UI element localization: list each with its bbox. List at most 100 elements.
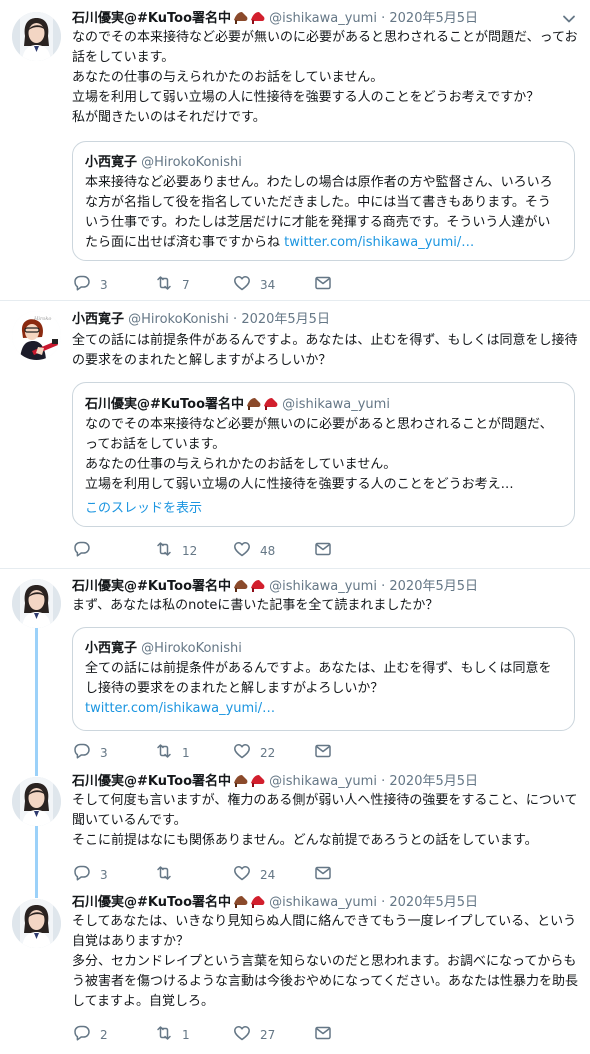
tweet[interactable]: 石川優実@#KuToo署名中 @ishikawa_yumi · 2020年5月5… <box>0 769 590 889</box>
user-handle[interactable]: @ishikawa_yumi <box>269 11 377 26</box>
separator-dot: · <box>381 579 386 594</box>
avatar[interactable] <box>12 12 61 61</box>
shoe-emoji <box>234 775 265 787</box>
tweet-date[interactable]: 2020年5月5日 <box>241 312 330 327</box>
like-icon <box>234 744 250 759</box>
like-icon <box>234 1026 250 1041</box>
quoted-tweet[interactable]: 小西寛子 @HirokoKonishi 本来接待など必要ありません。わたしの場合… <box>72 141 575 261</box>
retweet-count: 12 <box>182 544 198 558</box>
tweet-text: 全ての話には前提条件があるんですよ。あなたは、止むを得ず、もしくは同意をし接待の… <box>72 333 578 368</box>
avatar[interactable] <box>12 899 61 948</box>
display-name[interactable]: 小西寛子 <box>72 312 124 327</box>
retweet-icon <box>157 744 171 758</box>
separator-dot: · <box>381 895 386 910</box>
tweet[interactable]: 石川優実@#KuToo署名中 @ishikawa_yumi · 2020年5月5… <box>0 889 590 1054</box>
reply-icon <box>74 541 90 557</box>
retweet-count: 1 <box>182 1028 190 1042</box>
quoted-user-handle: @HirokoKonishi <box>141 155 242 170</box>
quoted-text: なのでその本来接待など必要が無いのに必要があると思わされることが問題だ、ってお話… <box>85 417 553 492</box>
separator-dot: · <box>233 312 238 327</box>
show-thread-link[interactable]: このスレッドを表示 <box>85 499 562 519</box>
reply-count: 2 <box>100 1028 108 1042</box>
like-button[interactable]: 27 <box>232 1023 275 1043</box>
shoe-emoji <box>234 580 265 592</box>
dm-button[interactable] <box>313 539 341 559</box>
quoted-display-name: 小西寛子 <box>85 641 138 656</box>
dm-icon <box>315 744 331 758</box>
tweet[interactable]: 石川優実@#KuToo署名中 @ishikawa_yumi · 2020年5月5… <box>0 569 590 769</box>
reply-button[interactable]: 3 <box>72 863 108 883</box>
tweet[interactable]: 小西寛子 @HirokoKonishi · 2020年5月5日 全ての話には前提… <box>0 301 590 568</box>
tweet-date[interactable]: 2020年5月5日 <box>389 11 478 26</box>
quoted-link[interactable]: twitter.com/ishikawa_yumi/… <box>85 701 275 716</box>
tweet-header: 石川優実@#KuToo署名中 @ishikawa_yumi · 2020年5月5… <box>72 771 478 791</box>
like-icon <box>234 276 250 291</box>
reply-icon <box>74 1025 90 1041</box>
tweet-text: なのでその本来接待など必要が無いのに必要があると思わされることが問題だ、ってお話… <box>72 30 578 125</box>
retweet-count: 7 <box>182 278 190 292</box>
like-button[interactable]: 24 <box>232 863 275 883</box>
like-count: 24 <box>260 868 276 882</box>
quoted-user-handle: @ishikawa_yumi <box>282 397 390 412</box>
reply-count: 3 <box>100 278 108 292</box>
display-name[interactable]: 石川優実@#KuToo署名中 <box>72 774 231 789</box>
avatar[interactable] <box>12 311 61 360</box>
quoted-user-handle: @HirokoKonishi <box>141 641 242 656</box>
reply-icon <box>74 743 90 759</box>
reply-button[interactable]: 3 <box>72 273 108 293</box>
display-name[interactable]: 石川優実@#KuToo署名中 <box>72 11 231 26</box>
tweet-date[interactable]: 2020年5月5日 <box>389 895 478 910</box>
user-handle[interactable]: @ishikawa_yumi <box>269 895 377 910</box>
like-count: 48 <box>260 544 276 558</box>
avatar[interactable] <box>12 777 61 826</box>
display-name[interactable]: 石川優実@#KuToo署名中 <box>72 579 231 594</box>
like-icon <box>234 866 250 881</box>
separator-dot: · <box>381 774 386 789</box>
display-name[interactable]: 石川優実@#KuToo署名中 <box>72 895 231 910</box>
reply-icon <box>74 275 90 291</box>
like-count: 34 <box>260 278 276 292</box>
dm-button[interactable] <box>313 863 341 883</box>
user-handle[interactable]: @HirokoKonishi <box>128 312 229 327</box>
shoe-emoji <box>247 398 278 410</box>
reply-button[interactable]: 2 <box>72 1023 108 1043</box>
tweet-text: まず、あなたは私のnoteに書いた記事を全て読まれましたか？ <box>72 598 439 613</box>
reply-count: 3 <box>100 746 108 760</box>
tweet-header: 石川優実@#KuToo署名中 @ishikawa_yumi · 2020年5月5… <box>72 576 478 596</box>
avatar[interactable] <box>12 579 61 628</box>
retweet-button[interactable] <box>154 863 182 883</box>
quoted-tweet[interactable]: 小西寛子 @HirokoKonishi 全ての話には前提条件があるんですよ。あな… <box>72 627 575 731</box>
separator-dot: · <box>381 11 386 26</box>
retweet-icon <box>157 1026 171 1040</box>
like-button[interactable]: 34 <box>232 273 275 293</box>
like-button[interactable]: 48 <box>232 539 275 559</box>
retweet-button[interactable]: 1 <box>154 1023 190 1043</box>
tweet-header: 小西寛子 @HirokoKonishi · 2020年5月5日 <box>72 310 330 330</box>
dm-button[interactable] <box>313 741 341 761</box>
chevron-down-icon[interactable] <box>562 12 576 26</box>
dm-icon <box>315 276 331 290</box>
tweet-text: そして何度も言いますが、権力のある側が弱い人へ性接待の強要をすること、について聞… <box>72 793 578 848</box>
retweet-button[interactable]: 12 <box>154 539 197 559</box>
quoted-tweet[interactable]: 石川優実@#KuToo署名中 @ishikawa_yumi なのでその本来接待な… <box>72 382 575 527</box>
quoted-display-name: 石川優実@#KuToo署名中 <box>85 397 244 412</box>
shoe-emoji <box>234 12 265 24</box>
user-handle[interactable]: @ishikawa_yumi <box>269 579 377 594</box>
retweet-button[interactable]: 7 <box>154 273 190 293</box>
like-button[interactable]: 22 <box>232 741 275 761</box>
retweet-button[interactable]: 1 <box>154 741 190 761</box>
dm-button[interactable] <box>313 273 341 293</box>
tweet-text: そしてあなたは、いきなり見知らぬ人間に絡んできてもう一度レイプしている、という自… <box>72 914 578 1009</box>
retweet-icon <box>157 866 171 880</box>
reply-button[interactable] <box>72 539 100 559</box>
quoted-link[interactable]: twitter.com/ishikawa_yumi/… <box>284 235 474 250</box>
dm-icon <box>315 542 331 556</box>
user-handle[interactable]: @ishikawa_yumi <box>269 774 377 789</box>
tweet-date[interactable]: 2020年5月5日 <box>389 579 478 594</box>
retweet-icon <box>157 542 171 556</box>
tweet-date[interactable]: 2020年5月5日 <box>389 774 478 789</box>
dm-button[interactable] <box>313 1023 341 1043</box>
tweet[interactable]: 石川優実@#KuToo署名中 @ishikawa_yumi · 2020年5月5… <box>0 0 590 300</box>
reply-button[interactable]: 3 <box>72 741 108 761</box>
dm-icon <box>315 866 331 880</box>
